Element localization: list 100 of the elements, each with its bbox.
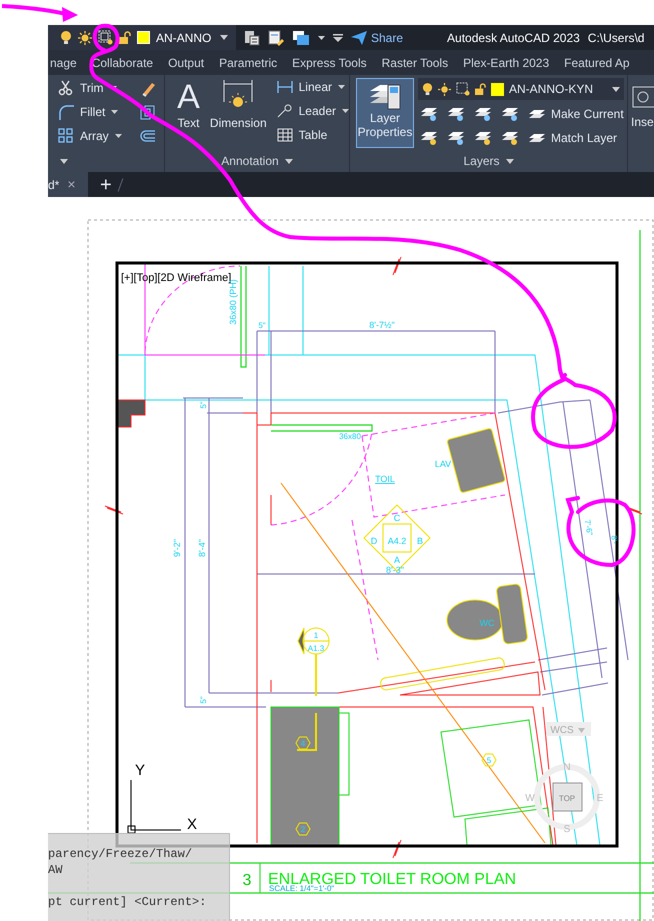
drawing-label: 8'-3" — [386, 565, 404, 575]
layer-arrow-icon[interactable] — [447, 106, 465, 122]
tool-button[interactable]: Leader — [276, 102, 349, 120]
document-tab[interactable]: d* × — [48, 172, 88, 197]
drawing-label: 5" — [199, 401, 208, 409]
layer-properties-button[interactable]: Layer Properties — [356, 78, 414, 148]
text-button[interactable]: A Text — [173, 78, 204, 144]
room-label: LAV — [434, 459, 452, 469]
drawing-label: 2 — [300, 825, 306, 834]
drawing-label: 8'- — [609, 534, 620, 545]
insert-button[interactable]: Inse — [631, 113, 654, 131]
letter-a-icon: A — [177, 78, 200, 116]
ucs-axes — [128, 780, 182, 834]
ribbon-tab[interactable]: Express Tools — [292, 54, 367, 72]
drawing-label: 7'-6" — [582, 518, 594, 536]
drawing-label: 4 — [300, 739, 306, 748]
view-cube-face: TOP — [558, 794, 576, 803]
command-line-text: AW — [48, 862, 64, 878]
drawing-label: C — [394, 513, 400, 523]
close-icon[interactable]: × — [67, 174, 76, 195]
sun-icon — [438, 82, 451, 96]
layer-lock-icon[interactable] — [501, 106, 519, 122]
fillet-icon — [58, 104, 74, 120]
share-button[interactable]: Share — [371, 28, 404, 46]
dimension-button[interactable]: Dimension — [210, 78, 267, 144]
viewport-freeze-icon[interactable] — [98, 30, 113, 45]
elevation-tag-drawing — [297, 628, 330, 654]
linear-dimension-icon — [276, 80, 293, 94]
ribbon-tab[interactable]: nage — [50, 54, 77, 72]
command-line-text: pt current] <Current>: — [48, 894, 208, 910]
tool-button[interactable]: Make Current — [528, 105, 624, 123]
hexagon-tag — [481, 754, 497, 766]
paper-plane-icon[interactable] — [351, 30, 367, 44]
viewport-freeze-icon — [456, 82, 470, 96]
layer-bulb-icon[interactable] — [420, 130, 438, 146]
layer-unlock-icon[interactable] — [501, 130, 519, 146]
file-path: C:\Users\d — [588, 30, 646, 46]
section-tag-drawing — [363, 504, 431, 572]
layer-color-swatch — [491, 82, 504, 96]
layer-name: AN-ANNO-KYN — [509, 81, 594, 98]
tool-button[interactable]: Fillet — [58, 103, 130, 121]
drawing-label: 36x80 (PH) — [228, 279, 238, 325]
compass-letter: W — [525, 793, 535, 804]
compass-letter: S — [564, 824, 570, 835]
tool-button[interactable]: Table — [276, 126, 349, 144]
ribbon-tab[interactable]: Output — [168, 54, 204, 72]
room-label: WC — [480, 618, 494, 628]
sun-icon[interactable] — [78, 30, 92, 44]
document-edit-icon[interactable] — [268, 30, 284, 46]
light-bulb-icon — [422, 82, 433, 96]
command-line-text: parency/Freeze/Thaw/ — [48, 846, 194, 862]
drawing-label: 8'-7½" — [369, 320, 395, 330]
hexagon-tag — [295, 736, 311, 750]
layer-arrow-icon[interactable] — [447, 130, 465, 146]
drawing-label: A1.3 — [308, 644, 324, 653]
layer-snowflake-icon[interactable] — [474, 106, 492, 122]
tool-button[interactable]: Array — [58, 127, 130, 145]
drawing-label: 9'-2" — [172, 539, 182, 557]
drawing-label: 36x80 — [339, 432, 361, 441]
layer-color-swatch — [137, 31, 150, 44]
customize-caret-icon[interactable] — [333, 34, 343, 42]
ribbon-tab[interactable]: Plex-Earth 2023 — [463, 54, 550, 72]
freehand-circle-stroke — [566, 496, 636, 567]
drawing-label: 1 — [314, 631, 318, 640]
new-tab-button[interactable]: + — [100, 174, 112, 194]
drawing-label: A4.2 — [388, 536, 406, 546]
panel-title[interactable]: Annotation — [221, 152, 279, 170]
light-bulb-icon[interactable] — [60, 30, 72, 44]
ribbon-tab[interactable]: Raster Tools — [382, 54, 448, 72]
ribbon-tab[interactable]: Featured Ap — [564, 54, 630, 72]
command-window[interactable]: parency/Freeze/Thaw/ AW pt current] <Current>: — [48, 833, 230, 921]
tool-button[interactable]: Trim — [58, 79, 130, 97]
tool-button[interactable]: Linear — [276, 78, 349, 96]
offset-icon[interactable] — [140, 129, 156, 143]
drawing-label: B — [417, 536, 423, 546]
drawing-label: 5" — [258, 321, 266, 330]
layer-sun-icon[interactable] — [474, 130, 492, 146]
window-title: Autodesk AutoCAD 2023 — [447, 30, 580, 46]
layer-bulb-icon[interactable] — [420, 106, 438, 122]
drawing-number: 3 — [242, 872, 252, 889]
unlocked-padlock-icon[interactable] — [119, 30, 131, 44]
wcs-label: WCS — [550, 725, 574, 736]
ribbon-tab[interactable]: Parametric — [219, 54, 278, 72]
axis-label: X — [187, 816, 197, 833]
leader-line — [315, 654, 317, 696]
stair-block — [116, 400, 146, 428]
compass-letter: E — [596, 793, 604, 804]
drawing-label: A — [394, 555, 400, 565]
eraser-icon[interactable] — [140, 81, 156, 97]
grid-array-icon — [58, 128, 74, 144]
leader-icon — [276, 104, 293, 118]
overlapping-windows-icon[interactable] — [292, 30, 310, 46]
scissors-icon — [58, 80, 74, 96]
tool-button[interactable]: Match Layer — [528, 129, 618, 147]
drawing-label: 8'-4" — [197, 539, 207, 557]
drawing-label: 5 — [486, 756, 492, 765]
layer-dropdown[interactable]: AN-ANNO-KYN — [418, 78, 624, 100]
panel-title[interactable]: Layers — [463, 152, 500, 170]
clipboard-list-icon[interactable] — [244, 30, 260, 46]
room-label: TOIL — [375, 474, 395, 484]
